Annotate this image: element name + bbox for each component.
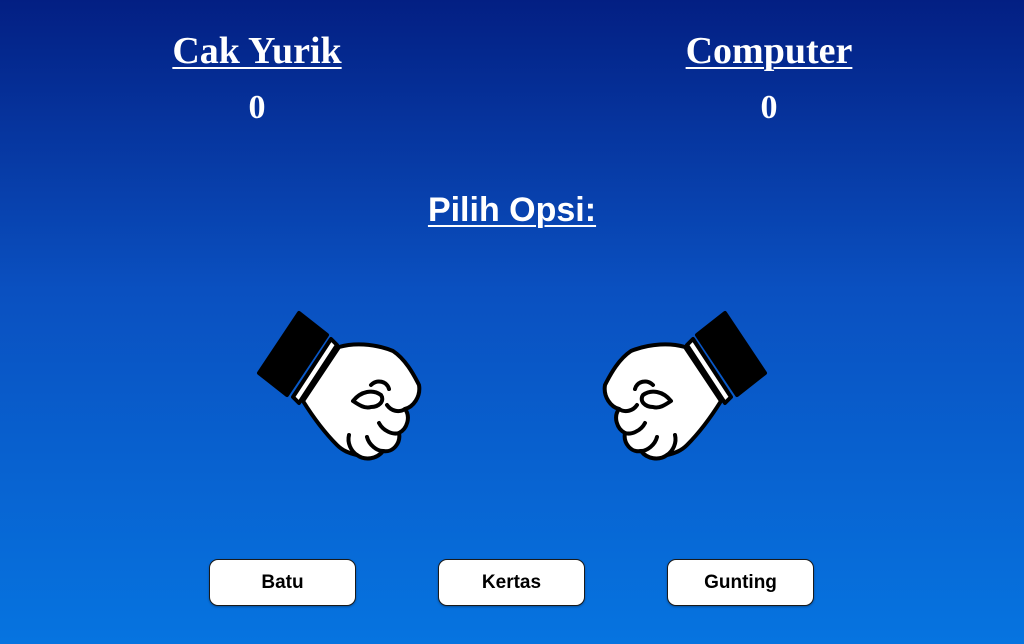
gunting-button[interactable]: Gunting <box>667 559 814 606</box>
player-name: Cak Yurik <box>172 30 342 72</box>
computer-panel: Computer 0 <box>619 28 919 128</box>
player-panel: Cak Yurik 0 <box>107 28 407 128</box>
choose-option-title: Pilih Opsi: <box>427 191 597 229</box>
computer-score: 0 <box>760 89 778 126</box>
player-fist-icon <box>253 305 428 465</box>
batu-button[interactable]: Batu <box>209 559 356 606</box>
computer-fist-icon <box>596 305 771 465</box>
computer-name: Computer <box>685 30 853 72</box>
kertas-button[interactable]: Kertas <box>438 559 585 606</box>
player-score: 0 <box>248 89 266 126</box>
